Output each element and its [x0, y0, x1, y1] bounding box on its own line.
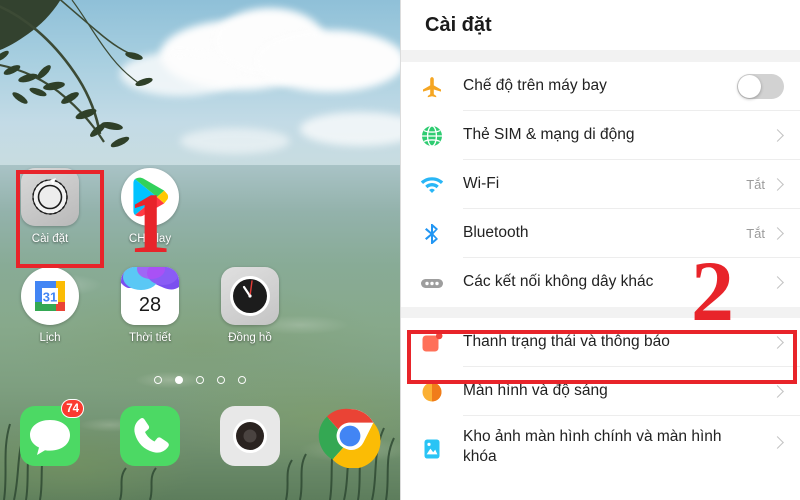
tree-branch-decoration: [0, 0, 153, 148]
chevron-right-icon: [771, 385, 784, 398]
more-dots-icon: [419, 270, 445, 296]
settings-row-value: Tắt: [746, 177, 765, 192]
chevron-right-icon: [771, 276, 784, 289]
dock-item-chrome[interactable]: [318, 404, 382, 469]
camera-app-icon: [220, 406, 280, 466]
app-icon-calendar[interactable]: 31 Lịch: [0, 267, 100, 344]
chevron-right-icon: [771, 227, 784, 240]
dock-item-phone[interactable]: [118, 404, 182, 468]
phone-home-screen: Cài đặt CH Play 31 Lịch 28 Thời tiết Đồn…: [0, 0, 400, 500]
globe-icon: [419, 123, 445, 149]
dock: 74: [0, 399, 400, 469]
settings-row-label: Chế độ trên máy bay: [463, 77, 607, 95]
dock-item-messages[interactable]: 74: [18, 399, 84, 468]
toggle-knob: [738, 75, 761, 98]
app-label: Lịch: [39, 332, 61, 344]
svg-text:31: 31: [43, 290, 57, 305]
settings-row-label: Bluetooth: [463, 224, 529, 242]
airplane-icon: [419, 74, 445, 100]
page-dot[interactable]: [196, 376, 204, 384]
chrome-app-icon: [318, 408, 381, 469]
dock-item-camera[interactable]: [218, 404, 282, 468]
svg-text:28: 28: [139, 294, 161, 316]
settings-row-label: Kho ảnh màn hình chính và màn hình khóa: [463, 428, 722, 466]
page-dot[interactable]: [238, 376, 246, 384]
app-icon-clock[interactable]: Đồng hồ: [200, 267, 300, 344]
google-calendar-icon: 31: [21, 267, 79, 325]
weather-icon: 28: [121, 267, 179, 325]
app-icon-weather[interactable]: 28 Thời tiết: [100, 267, 200, 344]
settings-panel: Cài đặt Chế độ trên máy bay Thẻ SIM & mạ…: [400, 0, 800, 500]
chevron-right-icon: [771, 178, 784, 191]
settings-row-value: Tắt: [746, 226, 765, 241]
page-dot[interactable]: [217, 376, 225, 384]
bluetooth-icon: [419, 221, 445, 247]
settings-row-airplane-mode[interactable]: Chế độ trên máy bay: [401, 62, 800, 111]
page-dot[interactable]: [154, 376, 162, 384]
settings-row-wifi[interactable]: Wi-Fi Tắt: [401, 160, 800, 209]
settings-row-other-wireless[interactable]: Các kết nối không dây khác: [401, 258, 800, 307]
wallpaper-icon: [419, 436, 445, 462]
section-divider: [401, 50, 800, 62]
wifi-icon: [419, 172, 445, 198]
app-row-2: 31 Lịch 28 Thời tiết Đồng hồ: [0, 267, 400, 344]
chevron-right-icon: [771, 436, 784, 449]
airplane-mode-toggle[interactable]: [737, 74, 784, 99]
step-marker-1: 1: [128, 175, 171, 271]
highlight-box-status-bar-row: [407, 330, 797, 384]
screenshot-root: Cài đặt CH Play 31 Lịch 28 Thời tiết Đồn…: [0, 0, 800, 500]
clock-icon: [221, 267, 279, 325]
section-divider: [401, 307, 800, 318]
settings-row-sim-mobile-network[interactable]: Thẻ SIM & mạng di động: [401, 111, 800, 160]
phone-app-icon: [120, 406, 180, 466]
settings-row-wallpaper-gallery[interactable]: Kho ảnh màn hình chính và màn hình khóa: [401, 416, 800, 479]
highlight-box-settings-app: [16, 170, 104, 268]
notification-badge: 74: [61, 399, 84, 418]
app-label: Thời tiết: [128, 332, 172, 344]
settings-row-label: Wi-Fi: [463, 175, 500, 193]
page-dot-active[interactable]: [175, 376, 183, 384]
app-label: Đồng hồ: [228, 332, 272, 344]
step-marker-2: 2: [691, 243, 734, 339]
settings-row-label: Màn hình và độ sáng: [463, 382, 608, 400]
page-indicator-dots[interactable]: [0, 376, 400, 384]
page-title: Cài đặt: [401, 0, 800, 50]
chevron-right-icon: [771, 129, 784, 142]
settings-row-bluetooth[interactable]: Bluetooth Tắt: [401, 209, 800, 258]
settings-row-label: Thẻ SIM & mạng di động: [463, 126, 635, 144]
